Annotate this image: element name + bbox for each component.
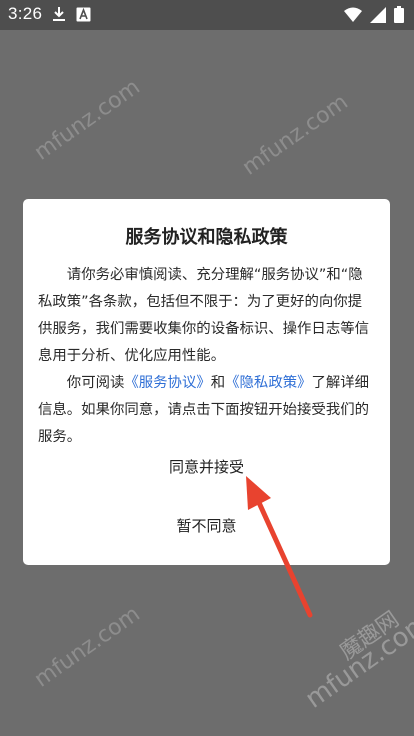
- service-agreement-link[interactable]: 《服务协议》: [124, 375, 210, 391]
- watermark-domain: mfunz.com: [238, 89, 353, 181]
- privacy-policy-link[interactable]: 《隐私政策》: [225, 375, 311, 391]
- signal-icon: [370, 6, 386, 23]
- status-time: 3:26: [8, 4, 43, 23]
- dialog-title: 服务协议和隐私政策: [125, 227, 288, 248]
- watermark-domain: mfunz.com: [30, 74, 145, 166]
- wifi-icon: [344, 7, 362, 22]
- privacy-dialog: 服务协议和隐私政策 请你务必审慎阅读、充分理解“服务协议”和“隐私政策”各条款，…: [23, 199, 390, 565]
- status-right: [344, 6, 404, 23]
- dialog-body: 请你务必审慎阅读、充分理解“服务协议”和“隐私政策”各条款，包括但不限于：为了更…: [38, 262, 375, 451]
- paragraph-2-and: 和: [210, 375, 226, 391]
- accept-button[interactable]: 同意并接受: [23, 449, 390, 485]
- battery-icon: [394, 6, 404, 23]
- download-icon: [52, 6, 66, 22]
- watermark-domain: mfunz.com: [30, 601, 145, 693]
- font-icon: [76, 7, 91, 22]
- paragraph-2-prefix: 你可阅读: [66, 375, 125, 391]
- dialog-paragraph-2: 你可阅读《服务协议》和《隐私政策》了解详细信息。如果你同意，请点击下面按钮开始接…: [38, 370, 375, 451]
- status-left: 3:26: [8, 4, 91, 24]
- dialog-paragraph-1: 请你务必审慎阅读、充分理解“服务协议”和“隐私政策”各条款，包括但不限于：为了更…: [38, 267, 369, 364]
- decline-button[interactable]: 暂不同意: [23, 508, 390, 544]
- status-bar: 3:26: [0, 0, 414, 30]
